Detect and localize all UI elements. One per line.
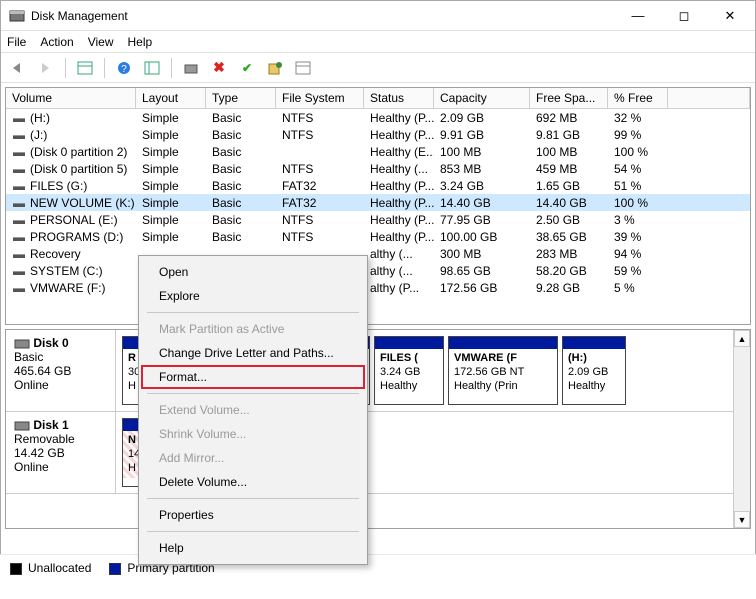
check-icon[interactable]: ✔ <box>236 57 258 79</box>
context-menu[interactable]: OpenExplore Mark Partition as ActiveChang… <box>138 255 368 565</box>
drive-icon: ▬ <box>12 111 26 125</box>
drive-icon: ▬ <box>12 247 26 261</box>
table-row[interactable]: ▬PERSONAL (E:)SimpleBasicNTFSHealthy (P.… <box>6 211 750 228</box>
drive-icon: ▬ <box>12 230 26 244</box>
legend: Unallocated Primary partition <box>0 554 756 599</box>
table-row[interactable]: ▬(Disk 0 partition 2)SimpleBasicHealthy … <box>6 143 750 160</box>
window-title: Disk Management <box>31 9 615 23</box>
legend-swatch-primary <box>109 563 121 575</box>
partition-box[interactable]: FILES (3.24 GBHealthy <box>374 336 444 405</box>
vertical-scrollbar[interactable]: ▲ ▼ <box>733 330 750 528</box>
menu-action[interactable]: Action <box>40 35 73 49</box>
drive-icon: ▬ <box>12 264 26 278</box>
toolbar: ? ✖ ✔ <box>1 53 755 83</box>
drive-icon: ▬ <box>12 196 26 210</box>
menu-item: Add Mirror... <box>141 446 365 470</box>
col-capacity[interactable]: Capacity <box>434 88 530 108</box>
menu-item[interactable]: Explore <box>141 284 365 308</box>
col-freespace[interactable]: Free Spa... <box>530 88 608 108</box>
settings-button[interactable] <box>141 57 163 79</box>
menu-help[interactable]: Help <box>128 35 153 49</box>
table-row[interactable]: ▬SYSTEM (C:)althy (...98.65 GB58.20 GB59… <box>6 262 750 279</box>
menu-item[interactable]: Open <box>141 260 365 284</box>
table-row[interactable]: ▬FILES (G:)SimpleBasicFAT32Healthy (P...… <box>6 177 750 194</box>
col-type[interactable]: Type <box>206 88 276 108</box>
menu-separator <box>147 531 359 532</box>
menu-item: Mark Partition as Active <box>141 317 365 341</box>
scroll-down[interactable]: ▼ <box>734 511 750 528</box>
table-row[interactable]: ▬NEW VOLUME (K:)SimpleBasicFAT32Healthy … <box>6 194 750 211</box>
disk-graphical-view[interactable]: Disk 0Basic465.64 GBOnlineR30HPERSONAL77… <box>5 329 751 529</box>
menu-item[interactable]: Format... <box>141 365 365 389</box>
disk-info[interactable]: Disk 1Removable14.42 GBOnline <box>6 412 116 493</box>
new-volume-icon[interactable] <box>264 57 286 79</box>
show-hide-button[interactable] <box>74 57 96 79</box>
menu-item[interactable]: Delete Volume... <box>141 470 365 494</box>
refresh-button[interactable] <box>180 57 202 79</box>
drive-icon: ▬ <box>12 145 26 159</box>
svg-text:?: ? <box>121 64 127 75</box>
disk-info[interactable]: Disk 0Basic465.64 GBOnline <box>6 330 116 411</box>
close-button[interactable]: ✕ <box>707 2 753 30</box>
drive-icon: ▬ <box>12 162 26 176</box>
maximize-button[interactable]: ◻ <box>661 2 707 30</box>
disk-row: Disk 0Basic465.64 GBOnlineR30HPERSONAL77… <box>6 330 750 412</box>
back-button[interactable] <box>7 57 29 79</box>
menu-separator <box>147 393 359 394</box>
delete-icon[interactable]: ✖ <box>208 57 230 79</box>
table-row[interactable]: ▬PROGRAMS (D:)SimpleBasicNTFSHealthy (P.… <box>6 228 750 245</box>
menu-file[interactable]: File <box>7 35 26 49</box>
minimize-button[interactable]: — <box>615 2 661 30</box>
legend-swatch-unallocated <box>10 563 22 575</box>
forward-button[interactable] <box>35 57 57 79</box>
volume-list[interactable]: Volume Layout Type File System Status Ca… <box>5 87 751 325</box>
scroll-up[interactable]: ▲ <box>734 330 750 347</box>
col-pctfree[interactable]: % Free <box>608 88 668 108</box>
col-status[interactable]: Status <box>364 88 434 108</box>
table-row[interactable]: ▬(Disk 0 partition 5)SimpleBasicNTFSHeal… <box>6 160 750 177</box>
col-layout[interactable]: Layout <box>136 88 206 108</box>
disk-row: Disk 1Removable14.42 GBOnlineN14H <box>6 412 750 494</box>
menu-item[interactable]: Help <box>141 536 365 560</box>
menu-separator <box>147 312 359 313</box>
table-row[interactable]: ▬Recoveryalthy (...300 MB283 MB94 % <box>6 245 750 262</box>
help-button[interactable]: ? <box>113 57 135 79</box>
drive-icon: ▬ <box>12 213 26 227</box>
menu-bar: File Action View Help <box>1 31 755 53</box>
title-bar: Disk Management — ◻ ✕ <box>1 1 755 31</box>
properties-icon[interactable] <box>292 57 314 79</box>
column-headers[interactable]: Volume Layout Type File System Status Ca… <box>6 88 750 109</box>
menu-separator <box>147 498 359 499</box>
drive-icon: ▬ <box>12 128 26 142</box>
app-icon <box>9 8 25 24</box>
menu-item: Shrink Volume... <box>141 422 365 446</box>
menu-item[interactable]: Properties <box>141 503 365 527</box>
table-row[interactable]: ▬(H:)SimpleBasicNTFSHealthy (P...2.09 GB… <box>6 109 750 126</box>
drive-icon: ▬ <box>12 281 26 295</box>
legend-unallocated: Unallocated <box>28 561 91 575</box>
partition-box[interactable]: VMWARE (F172.56 GB NTHealthy (Prin <box>448 336 558 405</box>
table-row[interactable]: ▬(J:)SimpleBasicNTFSHealthy (P...9.91 GB… <box>6 126 750 143</box>
partition-box[interactable]: (H:)2.09 GBHealthy <box>562 336 626 405</box>
menu-item: Extend Volume... <box>141 398 365 422</box>
menu-item[interactable]: Change Drive Letter and Paths... <box>141 341 365 365</box>
menu-view[interactable]: View <box>88 35 114 49</box>
drive-icon: ▬ <box>12 179 26 193</box>
table-row[interactable]: ▬VMWARE (F:)althy (P...172.56 GB9.28 GB5… <box>6 279 750 296</box>
col-volume[interactable]: Volume <box>6 88 136 108</box>
col-filesystem[interactable]: File System <box>276 88 364 108</box>
